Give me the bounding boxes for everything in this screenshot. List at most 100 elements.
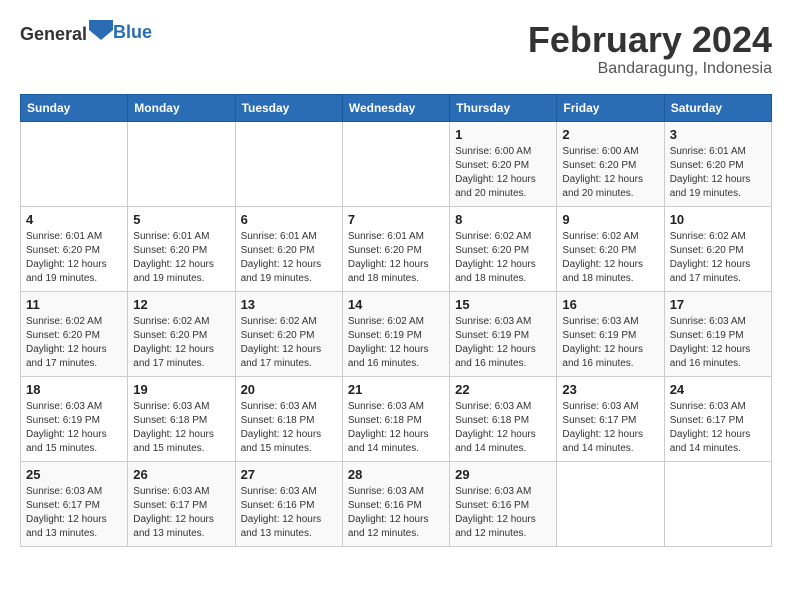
- day-number: 8: [455, 212, 551, 227]
- day-number: 17: [670, 297, 766, 312]
- day-number: 25: [26, 467, 122, 482]
- day-info: Sunrise: 6:03 AM Sunset: 6:18 PM Dayligh…: [241, 400, 337, 456]
- calendar-cell: 8 Sunrise: 6:02 AM Sunset: 6:20 PM Daylig…: [450, 206, 557, 291]
- calendar-cell: [664, 461, 771, 546]
- day-info: Sunrise: 6:00 AM Sunset: 6:20 PM Dayligh…: [562, 145, 658, 201]
- calendar-cell: 21 Sunrise: 6:03 AM Sunset: 6:18 PM Dayli…: [342, 376, 449, 461]
- logo-icon: [89, 20, 113, 40]
- day-number: 3: [670, 127, 766, 142]
- day-number: 19: [133, 382, 229, 397]
- day-number: 10: [670, 212, 766, 227]
- calendar-cell: 6 Sunrise: 6:01 AM Sunset: 6:20 PM Daylig…: [235, 206, 342, 291]
- day-number: 15: [455, 297, 551, 312]
- day-info: Sunrise: 6:01 AM Sunset: 6:20 PM Dayligh…: [348, 230, 444, 286]
- day-info: Sunrise: 6:03 AM Sunset: 6:19 PM Dayligh…: [670, 315, 766, 371]
- weekday-header-saturday: Saturday: [664, 94, 771, 121]
- day-info: Sunrise: 6:03 AM Sunset: 6:19 PM Dayligh…: [562, 315, 658, 371]
- day-info: Sunrise: 6:03 AM Sunset: 6:18 PM Dayligh…: [348, 400, 444, 456]
- location-title: Bandaragung, Indonesia: [528, 60, 772, 78]
- calendar-cell: 24Sunrise: 6:03 AM Sunset: 6:17 PM Dayli…: [664, 376, 771, 461]
- calendar-cell: 11 Sunrise: 6:02 AM Sunset: 6:20 PM Dayli…: [21, 291, 128, 376]
- calendar-cell: 12 Sunrise: 6:02 AM Sunset: 6:20 PM Dayli…: [128, 291, 235, 376]
- day-info: Sunrise: 6:03 AM Sunset: 6:17 PM Dayligh…: [26, 485, 122, 541]
- calendar-week-4: 25 Sunrise: 6:03 AM Sunset: 6:17 PM Dayli…: [21, 461, 772, 546]
- calendar-cell: 16 Sunrise: 6:03 AM Sunset: 6:19 PM Dayli…: [557, 291, 664, 376]
- day-number: 13: [241, 297, 337, 312]
- calendar-cell: [21, 121, 128, 206]
- day-number: 29: [455, 467, 551, 482]
- day-number: 9: [562, 212, 658, 227]
- day-info: Sunrise: 6:01 AM Sunset: 6:20 PM Dayligh…: [26, 230, 122, 286]
- day-number: 5: [133, 212, 229, 227]
- day-number: 11: [26, 297, 122, 312]
- day-info: Sunrise: 6:03 AM Sunset: 6:18 PM Dayligh…: [455, 400, 551, 456]
- calendar-cell: 28Sunrise: 6:03 AM Sunset: 6:16 PM Dayli…: [342, 461, 449, 546]
- day-number: 1: [455, 127, 551, 142]
- calendar-cell: 23Sunrise: 6:03 AM Sunset: 6:17 PM Dayli…: [557, 376, 664, 461]
- calendar-cell: 26 Sunrise: 6:03 AM Sunset: 6:17 PM Dayli…: [128, 461, 235, 546]
- day-info: Sunrise: 6:02 AM Sunset: 6:20 PM Dayligh…: [26, 315, 122, 371]
- day-number: 23: [562, 382, 658, 397]
- calendar-cell: 7 Sunrise: 6:01 AM Sunset: 6:20 PM Daylig…: [342, 206, 449, 291]
- month-title: February 2024: [528, 20, 772, 60]
- calendar-cell: 25 Sunrise: 6:03 AM Sunset: 6:17 PM Dayli…: [21, 461, 128, 546]
- day-info: Sunrise: 6:02 AM Sunset: 6:20 PM Dayligh…: [133, 315, 229, 371]
- day-number: 7: [348, 212, 444, 227]
- calendar-cell: 18Sunrise: 6:03 AM Sunset: 6:19 PM Dayli…: [21, 376, 128, 461]
- calendar-cell: [342, 121, 449, 206]
- weekday-header-monday: Monday: [128, 94, 235, 121]
- day-number: 12: [133, 297, 229, 312]
- day-info: Sunrise: 6:02 AM Sunset: 6:20 PM Dayligh…: [670, 230, 766, 286]
- calendar-cell: 4 Sunrise: 6:01 AM Sunset: 6:20 PM Daylig…: [21, 206, 128, 291]
- day-info: Sunrise: 6:02 AM Sunset: 6:20 PM Dayligh…: [241, 315, 337, 371]
- day-number: 14: [348, 297, 444, 312]
- calendar-week-0: 1 Sunrise: 6:00 AM Sunset: 6:20 PM Daylig…: [21, 121, 772, 206]
- weekday-header-wednesday: Wednesday: [342, 94, 449, 121]
- calendar-cell: [557, 461, 664, 546]
- day-number: 21: [348, 382, 444, 397]
- day-info: Sunrise: 6:03 AM Sunset: 6:16 PM Dayligh…: [241, 485, 337, 541]
- weekday-header-thursday: Thursday: [450, 94, 557, 121]
- calendar-cell: 20Sunrise: 6:03 AM Sunset: 6:18 PM Dayli…: [235, 376, 342, 461]
- calendar-cell: 15 Sunrise: 6:03 AM Sunset: 6:19 PM Dayli…: [450, 291, 557, 376]
- day-info: Sunrise: 6:03 AM Sunset: 6:19 PM Dayligh…: [455, 315, 551, 371]
- logo: General Blue: [20, 20, 152, 45]
- calendar-cell: [128, 121, 235, 206]
- day-info: Sunrise: 6:03 AM Sunset: 6:16 PM Dayligh…: [455, 485, 551, 541]
- calendar-body: 1 Sunrise: 6:00 AM Sunset: 6:20 PM Daylig…: [21, 121, 772, 546]
- day-info: Sunrise: 6:02 AM Sunset: 6:19 PM Dayligh…: [348, 315, 444, 371]
- day-number: 16: [562, 297, 658, 312]
- day-number: 26: [133, 467, 229, 482]
- day-info: Sunrise: 6:02 AM Sunset: 6:20 PM Dayligh…: [455, 230, 551, 286]
- day-info: Sunrise: 6:02 AM Sunset: 6:20 PM Dayligh…: [562, 230, 658, 286]
- day-number: 4: [26, 212, 122, 227]
- day-number: 2: [562, 127, 658, 142]
- calendar-cell: 1Sunrise: 6:00 AM Sunset: 6:20 PM Daylig…: [450, 121, 557, 206]
- weekday-header-sunday: Sunday: [21, 94, 128, 121]
- day-info: Sunrise: 6:03 AM Sunset: 6:17 PM Dayligh…: [670, 400, 766, 456]
- calendar-cell: 9 Sunrise: 6:02 AM Sunset: 6:20 PM Daylig…: [557, 206, 664, 291]
- day-info: Sunrise: 6:01 AM Sunset: 6:20 PM Dayligh…: [241, 230, 337, 286]
- calendar-cell: 29 Sunrise: 6:03 AM Sunset: 6:16 PM Dayli…: [450, 461, 557, 546]
- calendar-cell: 3 Sunrise: 6:01 AM Sunset: 6:20 PM Daylig…: [664, 121, 771, 206]
- calendar-week-3: 18Sunrise: 6:03 AM Sunset: 6:19 PM Dayli…: [21, 376, 772, 461]
- title-block: February 2024 Bandaragung, Indonesia: [528, 20, 772, 78]
- page-header: General Blue February 2024 Bandaragung, …: [20, 20, 772, 78]
- calendar-table: SundayMondayTuesdayWednesdayThursdayFrid…: [20, 94, 772, 547]
- day-info: Sunrise: 6:03 AM Sunset: 6:17 PM Dayligh…: [133, 485, 229, 541]
- logo-blue-text: Blue: [113, 22, 152, 42]
- logo-general-text: General: [20, 24, 87, 44]
- day-number: 18: [26, 382, 122, 397]
- calendar-cell: 13 Sunrise: 6:02 AM Sunset: 6:20 PM Dayli…: [235, 291, 342, 376]
- day-info: Sunrise: 6:01 AM Sunset: 6:20 PM Dayligh…: [670, 145, 766, 201]
- calendar-week-2: 11 Sunrise: 6:02 AM Sunset: 6:20 PM Dayli…: [21, 291, 772, 376]
- calendar-cell: 22Sunrise: 6:03 AM Sunset: 6:18 PM Dayli…: [450, 376, 557, 461]
- calendar-cell: 2 Sunrise: 6:00 AM Sunset: 6:20 PM Daylig…: [557, 121, 664, 206]
- day-number: 6: [241, 212, 337, 227]
- calendar-cell: 14 Sunrise: 6:02 AM Sunset: 6:19 PM Dayli…: [342, 291, 449, 376]
- calendar-cell: 17 Sunrise: 6:03 AM Sunset: 6:19 PM Dayli…: [664, 291, 771, 376]
- calendar-cell: 10 Sunrise: 6:02 AM Sunset: 6:20 PM Dayli…: [664, 206, 771, 291]
- day-number: 27: [241, 467, 337, 482]
- weekday-header-friday: Friday: [557, 94, 664, 121]
- calendar-cell: 19Sunrise: 6:03 AM Sunset: 6:18 PM Dayli…: [128, 376, 235, 461]
